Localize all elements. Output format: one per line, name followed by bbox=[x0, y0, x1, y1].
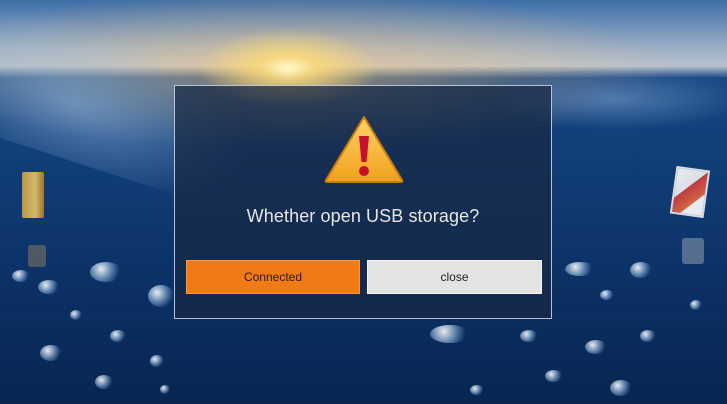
dimmed-icon bbox=[28, 245, 46, 267]
folder-icon[interactable] bbox=[22, 172, 44, 218]
connected-button[interactable]: Connected bbox=[186, 260, 360, 294]
close-button[interactable]: close bbox=[367, 260, 542, 294]
warning-icon bbox=[324, 116, 404, 183]
dialog-message: Whether open USB storage? bbox=[246, 206, 480, 226]
dimmed-icon bbox=[682, 238, 704, 264]
photo-icon[interactable] bbox=[669, 165, 711, 219]
usb-storage-dialog: Whether open USB storage? Connected clos… bbox=[174, 85, 552, 319]
